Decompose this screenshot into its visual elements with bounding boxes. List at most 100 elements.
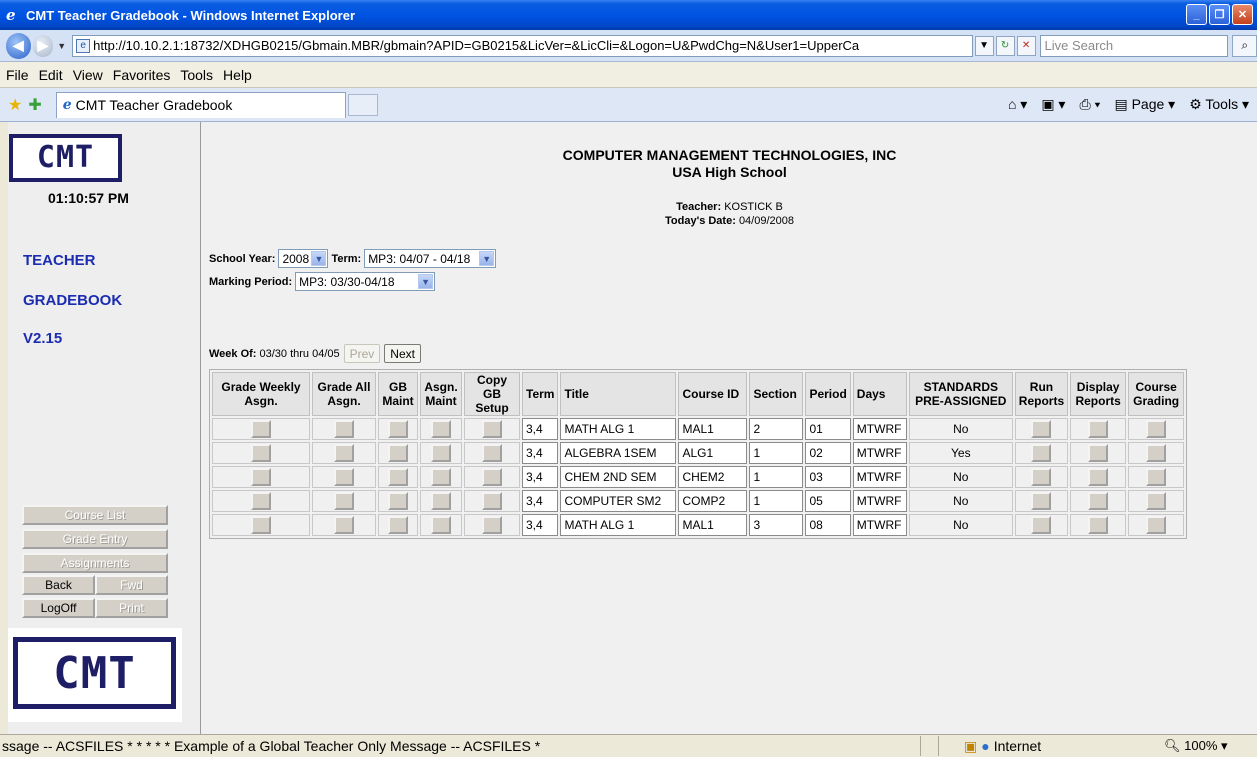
course-list-button[interactable]: Course List bbox=[22, 505, 168, 525]
week-range: 03/30 thru 04/05 bbox=[259, 347, 340, 360]
maximize-button[interactable]: ❐ bbox=[1209, 4, 1230, 25]
grade-all-button[interactable] bbox=[334, 516, 354, 534]
next-week-button[interactable]: Next bbox=[384, 344, 421, 363]
grade-weekly-button[interactable] bbox=[251, 420, 271, 438]
run-reports-button[interactable] bbox=[1031, 444, 1052, 462]
cell-period: 08 bbox=[805, 514, 851, 536]
asgn-maint-button[interactable] bbox=[431, 444, 451, 462]
address-dropdown-icon[interactable]: ▼ bbox=[974, 35, 994, 56]
home-icon[interactable]: ⌂ ▾ bbox=[1008, 96, 1027, 113]
asgn-maint-button[interactable] bbox=[431, 420, 451, 438]
run-reports-button[interactable] bbox=[1031, 468, 1052, 486]
gb-maint-button[interactable] bbox=[388, 492, 408, 510]
display-reports-button[interactable] bbox=[1088, 444, 1109, 462]
menu-file[interactable]: File bbox=[6, 67, 29, 83]
address-bar[interactable]: e http://10.10.2.1:18732/XDHGB0215/Gbmai… bbox=[72, 34, 973, 57]
copy-gb-button[interactable] bbox=[482, 468, 502, 486]
history-dropdown-icon[interactable]: ▼ bbox=[57, 41, 66, 51]
grade-weekly-button[interactable] bbox=[251, 444, 271, 462]
cell-term: 3,4 bbox=[522, 466, 559, 488]
course-table: Grade Weekly Asgn. Grade All Asgn. GB Maint… bbox=[209, 369, 1188, 539]
print-icon[interactable]: ⎙ ▾ bbox=[1079, 96, 1100, 113]
display-reports-button[interactable] bbox=[1088, 468, 1109, 486]
stop-icon[interactable]: ✕ bbox=[1016, 35, 1036, 56]
grade-weekly-button[interactable] bbox=[251, 468, 271, 486]
copy-gb-button[interactable] bbox=[482, 444, 502, 462]
tab-bar: ★ ✚ e CMT Teacher Gradebook ⌂ ▾ ▣ ▾ ⎙ ▾ … bbox=[0, 88, 1257, 122]
new-tab-button[interactable] bbox=[347, 93, 378, 116]
asgn-maint-button[interactable] bbox=[431, 468, 451, 486]
col-grade-weekly: Grade Weekly Asgn. bbox=[212, 372, 310, 416]
close-button[interactable]: ✕ bbox=[1232, 4, 1253, 25]
fwd-button[interactable]: Fwd bbox=[95, 575, 168, 595]
grade-entry-button[interactable]: Grade Entry bbox=[22, 529, 168, 549]
run-reports-button[interactable] bbox=[1031, 420, 1052, 438]
prev-week-button[interactable]: Prev bbox=[343, 344, 381, 363]
display-reports-button[interactable] bbox=[1088, 420, 1109, 438]
gb-maint-button[interactable] bbox=[388, 420, 408, 438]
cell-period: 01 bbox=[805, 418, 851, 440]
menu-favorites[interactable]: Favorites bbox=[113, 67, 171, 83]
live-search-input[interactable]: Live Search bbox=[1039, 34, 1229, 57]
menu-help[interactable]: Help bbox=[223, 67, 252, 83]
security-zone[interactable]: ▣ ● Internet bbox=[964, 738, 1154, 755]
display-reports-button[interactable] bbox=[1088, 492, 1109, 510]
cell-days: MTWRF bbox=[852, 514, 907, 536]
grade-all-button[interactable] bbox=[334, 444, 354, 462]
copy-gb-button[interactable] bbox=[482, 492, 502, 510]
grade-all-button[interactable] bbox=[334, 492, 354, 510]
grade-weekly-button[interactable] bbox=[251, 492, 271, 510]
add-favorites-icon[interactable]: ✚ bbox=[28, 95, 41, 115]
cell-standards: No bbox=[908, 418, 1013, 440]
copy-gb-button[interactable] bbox=[482, 516, 502, 534]
cell-title: MATH ALG 1 bbox=[560, 514, 677, 536]
tab-cmt-gradebook[interactable]: e CMT Teacher Gradebook bbox=[55, 91, 346, 118]
copy-gb-button[interactable] bbox=[482, 420, 502, 438]
minimize-button[interactable]: _ bbox=[1186, 4, 1207, 25]
assignments-button[interactable]: Assignments bbox=[22, 553, 168, 573]
back-arrow-icon[interactable]: ◀ bbox=[6, 32, 31, 59]
asgn-maint-button[interactable] bbox=[431, 516, 451, 534]
table-row: 3,4 CHEM 2ND SEM CHEM2 1 03 MTWRF No bbox=[212, 466, 1185, 488]
marking-period-filter: Marking Period: MP3: 03/30-04/18 ▼ bbox=[209, 272, 438, 291]
chevron-down-icon: ▼ bbox=[479, 251, 495, 266]
forward-arrow-icon[interactable]: ▶ bbox=[32, 34, 54, 57]
print-button[interactable]: Print bbox=[95, 598, 168, 618]
course-grading-button[interactable] bbox=[1146, 444, 1167, 462]
menu-view[interactable]: View bbox=[73, 67, 103, 83]
refresh-icon[interactable]: ↻ bbox=[995, 35, 1015, 56]
page-menu[interactable]: ▤ Page ▾ bbox=[1114, 96, 1175, 113]
gb-maint-button[interactable] bbox=[388, 468, 408, 486]
marking-period-select[interactable]: MP3: 03/30-04/18 ▼ bbox=[295, 272, 436, 291]
tools-menu[interactable]: ⚙ Tools ▾ bbox=[1189, 96, 1249, 113]
run-reports-button[interactable] bbox=[1031, 516, 1052, 534]
cell-term: 3,4 bbox=[522, 442, 559, 464]
cell-section: 1 bbox=[749, 490, 804, 512]
search-icon[interactable]: ⌕ bbox=[1232, 34, 1257, 57]
cell-title: COMPUTER SM2 bbox=[560, 490, 677, 512]
term-select[interactable]: MP3: 04/07 - 04/18 ▼ bbox=[364, 249, 497, 268]
zoom-control[interactable]: 🔍︎ 100% ▾ bbox=[1164, 738, 1228, 754]
display-reports-button[interactable] bbox=[1088, 516, 1109, 534]
grade-weekly-button[interactable] bbox=[251, 516, 271, 534]
favorites-star-icon[interactable]: ★ bbox=[8, 95, 22, 115]
window-title: CMT Teacher Gradebook - Windows Internet… bbox=[26, 7, 356, 23]
course-grading-button[interactable] bbox=[1146, 468, 1167, 486]
asgn-maint-button[interactable] bbox=[431, 492, 451, 510]
menu-tools[interactable]: Tools bbox=[180, 67, 213, 83]
logoff-button[interactable]: LogOff bbox=[22, 598, 95, 618]
grade-all-button[interactable] bbox=[334, 468, 354, 486]
course-grading-button[interactable] bbox=[1146, 492, 1167, 510]
grade-all-button[interactable] bbox=[334, 420, 354, 438]
back-button[interactable]: Back bbox=[22, 575, 95, 595]
status-message: ssage -- ACSFILES * * * * * Example of a… bbox=[2, 738, 541, 754]
menu-edit[interactable]: Edit bbox=[39, 67, 63, 83]
cell-days: MTWRF bbox=[852, 490, 907, 512]
gb-maint-button[interactable] bbox=[388, 444, 408, 462]
course-grading-button[interactable] bbox=[1146, 516, 1167, 534]
gb-maint-button[interactable] bbox=[388, 516, 408, 534]
feeds-icon[interactable]: ▣ ▾ bbox=[1041, 96, 1065, 113]
run-reports-button[interactable] bbox=[1031, 492, 1052, 510]
school-year-select[interactable]: 2008 ▼ bbox=[278, 249, 329, 268]
course-grading-button[interactable] bbox=[1146, 420, 1167, 438]
